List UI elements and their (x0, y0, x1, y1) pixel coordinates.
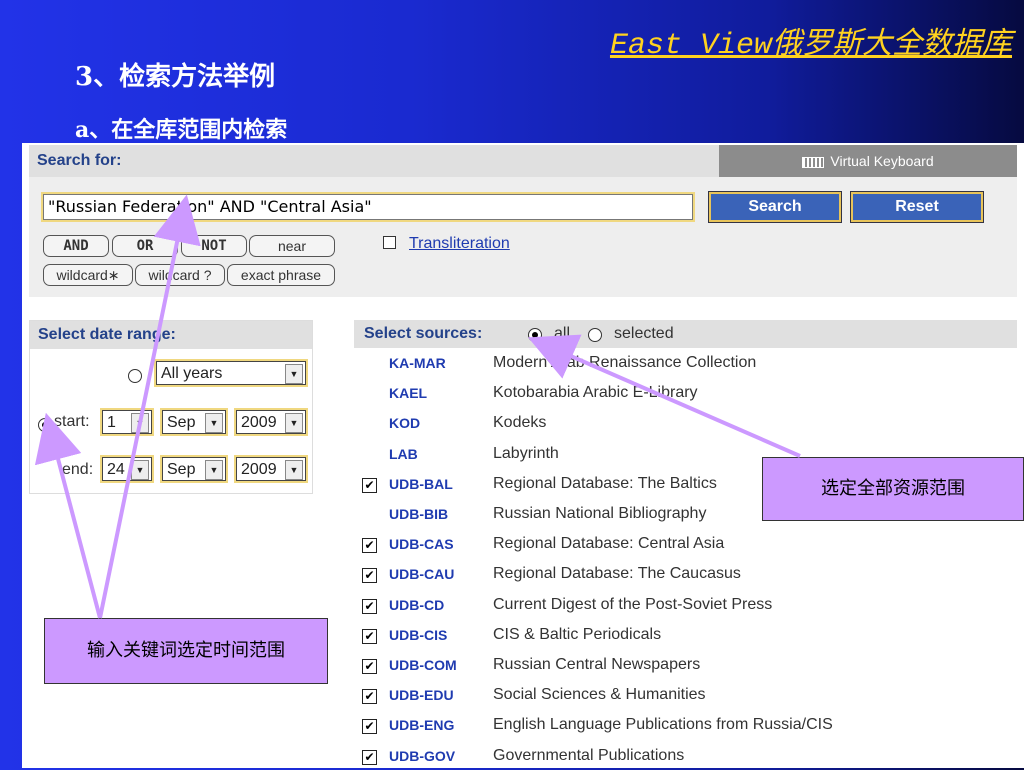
arrow-to-all-sources (528, 334, 801, 458)
annotation-arrows (34, 194, 801, 619)
arrow-to-start-date (34, 412, 102, 619)
arrow-to-query (98, 194, 201, 619)
